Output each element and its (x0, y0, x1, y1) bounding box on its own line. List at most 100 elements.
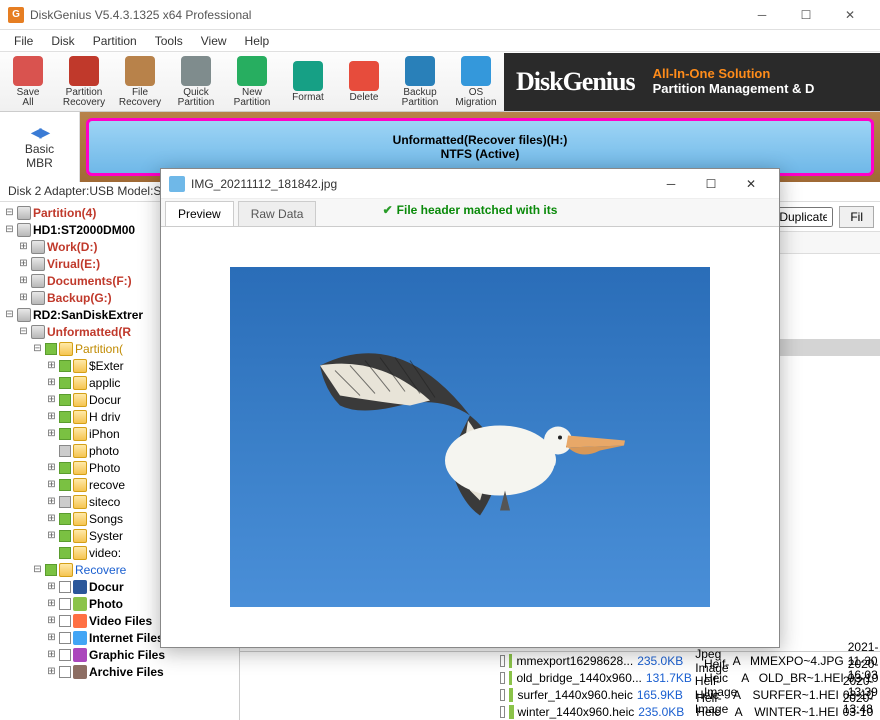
tree-item[interactable]: ⊞Graphic Files (0, 646, 239, 663)
folder-icon (59, 342, 73, 356)
expand-icon[interactable]: ⊞ (18, 292, 29, 303)
minimize-button[interactable]: ─ (740, 1, 784, 29)
expand-icon[interactable]: ⊞ (18, 258, 29, 269)
menu-view[interactable]: View (193, 32, 235, 50)
checkbox[interactable] (59, 530, 71, 542)
checkbox[interactable] (59, 649, 71, 661)
tool-backup-partition[interactable]: BackupPartition (392, 53, 448, 111)
checkbox[interactable] (59, 428, 71, 440)
expand-icon[interactable]: ⊟ (4, 207, 15, 218)
tree-label: Songs (89, 512, 123, 526)
checkbox[interactable] (59, 479, 71, 491)
preview-maximize-button[interactable]: ☐ (691, 170, 731, 198)
checkbox[interactable] (59, 445, 71, 457)
checkbox[interactable] (500, 706, 505, 718)
menu-partition[interactable]: Partition (85, 32, 145, 50)
checkbox[interactable] (59, 581, 71, 593)
file-entry[interactable]: winter_1440x960.heic 235.0KB Heif-Heic I… (240, 703, 880, 720)
tool-format[interactable]: Format (280, 53, 336, 111)
disk-nav: ◀▶ BasicMBR (0, 112, 80, 182)
preview-minimize-button[interactable]: ─ (651, 170, 691, 198)
file-type: Heif-Heic Image (696, 691, 730, 720)
expand-icon[interactable]: ⊟ (32, 343, 43, 354)
expand-icon[interactable]: ⊞ (46, 394, 57, 405)
expand-icon[interactable]: ⊟ (18, 326, 29, 337)
expand-icon[interactable]: ⊞ (18, 275, 29, 286)
checkbox[interactable] (45, 343, 57, 355)
expand-icon[interactable]: ⊞ (18, 241, 29, 252)
checkbox[interactable] (59, 411, 71, 423)
drive-icon (31, 291, 45, 305)
tree-label: Photo (89, 461, 120, 475)
checkbox[interactable] (59, 513, 71, 525)
checkbox[interactable] (59, 377, 71, 389)
expand-icon[interactable]: ⊞ (46, 632, 57, 643)
expand-icon[interactable]: ⊞ (46, 428, 57, 439)
checkbox[interactable] (59, 394, 71, 406)
expand-icon[interactable]: ⊞ (46, 530, 57, 541)
drive-icon (17, 308, 31, 322)
expand-icon[interactable]: ⊞ (46, 666, 57, 677)
tab-preview[interactable]: Preview (165, 201, 234, 226)
checkbox[interactable] (500, 672, 505, 684)
file-name: surfer_1440x960.heic (517, 688, 632, 702)
expand-icon[interactable]: ⊞ (46, 479, 57, 490)
tool-save-all[interactable]: SaveAll (0, 53, 56, 111)
preview-close-button[interactable]: ✕ (731, 170, 771, 198)
expand-icon[interactable]: ⊞ (46, 496, 57, 507)
tool-file-recovery[interactable]: FileRecovery (112, 53, 168, 111)
expand-icon[interactable]: ⊟ (32, 564, 43, 575)
close-button[interactable]: ✕ (828, 1, 872, 29)
header-match-status: ✔ File header matched with its (383, 203, 558, 217)
checkbox[interactable] (59, 496, 71, 508)
filter-button[interactable]: Fil (839, 206, 874, 228)
duplicate-field[interactable] (773, 207, 833, 227)
menu-help[interactable]: Help (237, 32, 278, 50)
expand-icon[interactable]: ⊞ (46, 581, 57, 592)
tool-delete[interactable]: Delete (336, 53, 392, 111)
checkbox[interactable] (59, 666, 71, 678)
checkbox[interactable] (59, 615, 71, 627)
maximize-button[interactable]: ☐ (784, 1, 828, 29)
expand-icon[interactable]: ⊞ (46, 598, 57, 609)
tree-label: Docur (89, 580, 124, 594)
expand-icon[interactable]: ⊞ (46, 462, 57, 473)
expand-icon[interactable]: ⊞ (46, 411, 57, 422)
expand-icon[interactable]: ⊞ (46, 360, 57, 371)
menu-file[interactable]: File (6, 32, 41, 50)
nav-arrows[interactable]: ◀▶ (31, 124, 49, 141)
file-entry[interactable]: mmexport16298628... 235.0KB Jpeg Image A… (240, 652, 880, 669)
checkbox[interactable] (500, 655, 505, 667)
tool-icon (13, 56, 43, 86)
checkbox[interactable] (59, 462, 71, 474)
expand-icon[interactable]: ⊟ (4, 224, 15, 235)
tool-os-migration[interactable]: OSMigration (448, 53, 504, 111)
menu-tools[interactable]: Tools (147, 32, 191, 50)
tool-icon (125, 56, 155, 86)
expand-icon[interactable]: ⊞ (46, 649, 57, 660)
tree-item[interactable]: ⊞Archive Files (0, 663, 239, 680)
expand-icon[interactable]: ⊞ (46, 513, 57, 524)
preview-titlebar[interactable]: IMG_20211112_181842.jpg ─ ☐ ✕ (161, 169, 779, 199)
checkbox[interactable] (500, 689, 505, 701)
tool-partition-recovery[interactable]: PartitionRecovery (56, 53, 112, 111)
expand-icon[interactable]: ⊟ (4, 309, 15, 320)
menu-disk[interactable]: Disk (43, 32, 82, 50)
tree-label: H driv (89, 410, 120, 424)
checkbox[interactable] (59, 360, 71, 372)
checkbox[interactable] (59, 632, 71, 644)
tool-new-partition[interactable]: NewPartition (224, 53, 280, 111)
expand-icon[interactable]: ⊞ (46, 615, 57, 626)
checkbox[interactable] (59, 547, 71, 559)
checkbox[interactable] (59, 598, 71, 610)
checkbox[interactable] (45, 564, 57, 576)
file-entry[interactable]: old_bridge_1440x960... 131.7KB Heif-Heic… (240, 669, 880, 686)
file-size: 165.9KB (637, 688, 691, 702)
file-entry[interactable]: surfer_1440x960.heic 165.9KB Heif-Heic I… (240, 686, 880, 703)
tool-quick-partition[interactable]: QuickPartition (168, 53, 224, 111)
expand-icon[interactable]: ⊞ (46, 377, 57, 388)
tab-raw-data[interactable]: Raw Data (238, 201, 317, 226)
image-icon (509, 671, 513, 685)
status-text: File header matched with its (397, 203, 558, 217)
bottom-file-rows[interactable]: mmexport16298628... 235.0KB Jpeg Image A… (240, 651, 880, 720)
